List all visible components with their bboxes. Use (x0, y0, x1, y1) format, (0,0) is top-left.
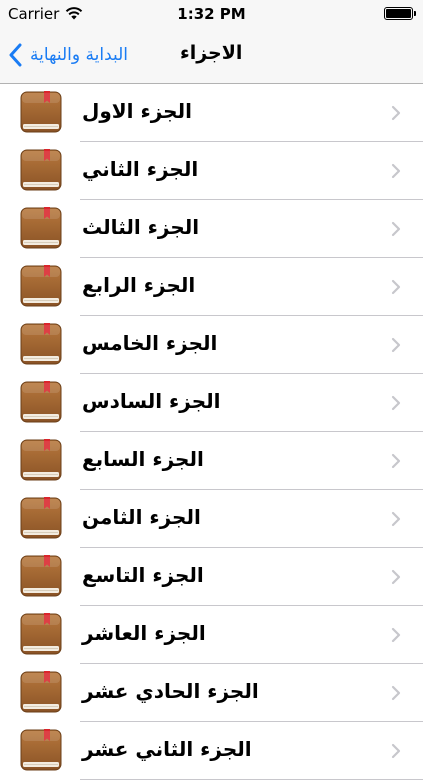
book-icon (20, 265, 62, 307)
list-item-label: الجزء الثاني (82, 157, 199, 181)
book-icon (20, 671, 62, 713)
book-icon (20, 323, 62, 365)
list-item-label: الجزء الثاني عشر (82, 737, 252, 761)
book-icon (20, 729, 62, 771)
battery-icon (384, 7, 416, 20)
list-item-label: الجزء التاسع (82, 563, 204, 587)
list-item-label: الجزء الاول (82, 99, 192, 123)
chevron-right-icon (391, 163, 401, 179)
list-item[interactable]: الجزء العاشر (0, 606, 423, 664)
list-item[interactable]: الجزء الثاني (0, 142, 423, 200)
book-icon (20, 555, 62, 597)
chevron-right-icon (391, 569, 401, 585)
list-item-label: الجزء السابع (82, 447, 204, 471)
chevron-left-icon (9, 43, 22, 67)
list-item[interactable]: الجزء الثامن (0, 490, 423, 548)
list-item-label: الجزء الرابع (82, 273, 196, 297)
list-item-label: الجزء العاشر (82, 621, 206, 645)
book-icon (20, 149, 62, 191)
back-button-label: البداية والنهاية (30, 45, 129, 65)
status-time: 1:32 PM (177, 5, 246, 23)
book-icon (20, 207, 62, 249)
chevron-right-icon (391, 221, 401, 237)
book-icon (20, 613, 62, 655)
book-icon (20, 91, 62, 133)
parts-list: الجزء الاول الجزء الثاني الجزء الثالث ال… (0, 84, 423, 780)
list-item-label: الجزء الحادي عشر (82, 679, 259, 703)
list-item-label: الجزء الخامس (82, 331, 218, 355)
chevron-right-icon (391, 453, 401, 469)
navigation-bar: البداية والنهاية الاجزاء (0, 28, 423, 84)
chevron-right-icon (391, 395, 401, 411)
chevron-right-icon (391, 279, 401, 295)
status-bar: Carrier 1:32 PM (0, 0, 423, 28)
page-title: الاجزاء (180, 42, 243, 64)
chevron-right-icon (391, 743, 401, 759)
list-item[interactable]: الجزء السابع (0, 432, 423, 490)
back-button[interactable]: البداية والنهاية (8, 40, 128, 70)
chevron-right-icon (391, 337, 401, 353)
list-item-label: الجزء الثالث (82, 215, 200, 239)
list-item[interactable]: الجزء الثالث (0, 200, 423, 258)
chevron-right-icon (391, 511, 401, 527)
chevron-right-icon (391, 105, 401, 121)
book-icon (20, 497, 62, 539)
list-item[interactable]: الجزء التاسع (0, 548, 423, 606)
list-item-label: الجزء السادس (82, 389, 221, 413)
chevron-right-icon (391, 685, 401, 701)
list-item-label: الجزء الثامن (82, 505, 201, 529)
list-item[interactable]: الجزء الحادي عشر (0, 664, 423, 722)
list-item[interactable]: الجزء الخامس (0, 316, 423, 374)
list-item[interactable]: الجزء الاول (0, 84, 423, 142)
book-icon (20, 439, 62, 481)
list-item[interactable]: الجزء الرابع (0, 258, 423, 316)
list-item[interactable]: الجزء السادس (0, 374, 423, 432)
list-item[interactable]: الجزء الثاني عشر (0, 722, 423, 780)
book-icon (20, 381, 62, 423)
chevron-right-icon (391, 627, 401, 643)
